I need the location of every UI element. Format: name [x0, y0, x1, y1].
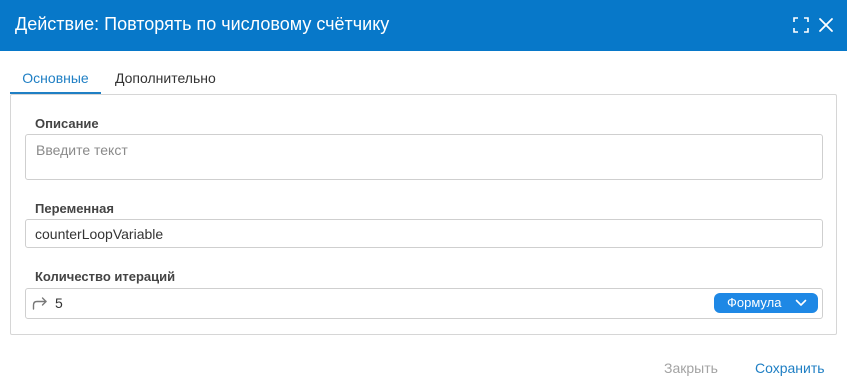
- dialog-title: Действие: Повторять по числовому счётчик…: [15, 14, 390, 34]
- iterations-label: Количество итераций: [35, 269, 176, 284]
- description-field[interactable]: [25, 134, 823, 180]
- iterations-field[interactable]: 5 Формула: [25, 288, 823, 319]
- formula-mode-dropdown[interactable]: Формула: [714, 293, 818, 313]
- tab-additional[interactable]: Дополнительно: [115, 68, 216, 92]
- iterations-value: 5: [55, 295, 63, 311]
- formula-mode-label: Формула: [727, 295, 782, 310]
- chevron-down-icon: [795, 299, 807, 306]
- save-button[interactable]: Сохранить: [755, 360, 825, 376]
- variable-label: Переменная: [35, 201, 114, 216]
- close-button[interactable]: Закрыть: [664, 360, 718, 376]
- tab-main[interactable]: Основные: [10, 68, 101, 94]
- variable-field[interactable]: [25, 219, 823, 248]
- close-icon[interactable]: [816, 15, 836, 35]
- description-label: Описание: [35, 116, 99, 131]
- dialog-header: Действие: Повторять по числовому счётчик…: [0, 0, 847, 51]
- repeat-icon: [32, 296, 48, 310]
- maximize-icon[interactable]: [791, 15, 811, 35]
